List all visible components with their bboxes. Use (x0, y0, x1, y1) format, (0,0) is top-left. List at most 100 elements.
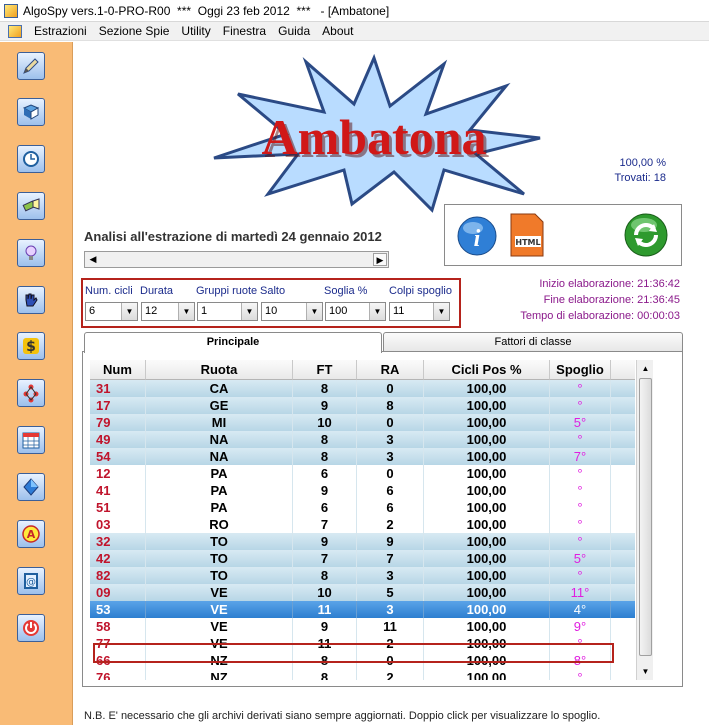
scroll-down-icon[interactable]: ▼ (638, 664, 653, 679)
info-icon[interactable]: i (457, 215, 497, 257)
table-row[interactable]: 76 NZ 8 2 100,00 ° (90, 669, 635, 680)
menu-estrazioni[interactable]: Estrazioni (28, 24, 93, 38)
cell-cicli-pos: 100,00 (424, 584, 550, 601)
vertical-scrollbar[interactable]: ▲ ▼ (636, 360, 653, 680)
table-row[interactable]: 09 VE 10 5 100,00 11° (90, 584, 635, 601)
soglia-select[interactable]: 100 ▼ (325, 302, 386, 321)
salto-select[interactable]: 10 ▼ (261, 302, 323, 321)
hand-icon[interactable] (17, 286, 45, 314)
book-icon[interactable] (17, 98, 45, 126)
logo-text: Ambatona (261, 109, 486, 165)
scroll-up-icon[interactable]: ▲ (638, 361, 653, 376)
table-row[interactable]: 54 NA 8 3 100,00 7° (90, 448, 635, 465)
html-export-icon[interactable]: HTML (507, 212, 547, 258)
cell-ruota: NA (146, 431, 293, 448)
table-row[interactable]: 12 PA 6 0 100,00 ° (90, 465, 635, 482)
table-row[interactable]: 82 TO 8 3 100,00 ° (90, 567, 635, 584)
cell-ft: 7 (293, 516, 357, 533)
header-spoglio[interactable]: Spoglio (550, 360, 611, 380)
cell-ruota: PA (146, 482, 293, 499)
svg-text:HTML: HTML (515, 238, 540, 247)
chevron-down-icon[interactable]: ▼ (241, 303, 257, 320)
durata-select[interactable]: 12 ▼ (141, 302, 195, 321)
num-cicli-select[interactable]: 6 ▼ (85, 302, 138, 321)
table-row[interactable]: 31 CA 8 0 100,00 ° (90, 380, 635, 397)
cell-num: 17 (90, 397, 146, 414)
table-row[interactable]: 49 NA 8 3 100,00 ° (90, 431, 635, 448)
header-ra[interactable]: RA (357, 360, 424, 380)
chevron-down-icon[interactable]: ▼ (306, 303, 322, 320)
power-icon[interactable] (17, 614, 45, 642)
tab-fattori-di-classe[interactable]: Fattori di classe (383, 332, 683, 352)
calendar-icon[interactable] (17, 426, 45, 454)
start-time: Inizio elaborazione: 21:36:42 (539, 278, 680, 290)
gruppi-ruote-select[interactable]: 1 ▼ (197, 302, 258, 321)
refresh-icon[interactable] (623, 211, 669, 259)
percent-value: 100,00 % (619, 157, 666, 169)
table-row[interactable]: 53 VE 11 3 100,00 4° (90, 601, 635, 618)
chevron-down-icon[interactable]: ▼ (369, 303, 385, 320)
cell-ruota: GE (146, 397, 293, 414)
flashlight-icon[interactable] (17, 192, 45, 220)
scroll-left-icon[interactable]: ◀ (86, 253, 100, 266)
parameters-group: Num. cicli Durata Gruppi ruote Salto Sog… (81, 278, 461, 328)
cell-ra: 7 (357, 550, 424, 567)
tab-principale[interactable]: Principale (84, 332, 382, 353)
header-ruota[interactable]: Ruota (146, 360, 293, 380)
pencil-icon[interactable] (17, 52, 45, 80)
colpi-spoglio-select[interactable]: 11 ▼ (389, 302, 450, 321)
table-row[interactable]: 58 VE 9 11 100,00 9° (90, 618, 635, 635)
cell-num: 76 (90, 669, 146, 680)
cell-cicli-pos: 100,00 (424, 465, 550, 482)
diamond-icon[interactable] (17, 473, 45, 501)
cell-num: 09 (90, 584, 146, 601)
cell-num: 54 (90, 448, 146, 465)
header-ft[interactable]: FT (293, 360, 357, 380)
document-icon[interactable] (8, 24, 22, 38)
table-row[interactable]: 51 PA 6 6 100,00 ° (90, 499, 635, 516)
table-row[interactable]: 17 GE 9 8 100,00 ° (90, 397, 635, 414)
menu-finestra[interactable]: Finestra (217, 24, 272, 38)
menu-about[interactable]: About (316, 24, 359, 38)
clock-icon[interactable] (17, 145, 45, 173)
table-row[interactable]: 41 PA 9 6 100,00 ° (90, 482, 635, 499)
header-cicli-pos[interactable]: Cicli Pos % (424, 360, 550, 380)
cell-ruota: TO (146, 550, 293, 567)
cell-num: 32 (90, 533, 146, 550)
a-badge-icon[interactable]: A (17, 520, 45, 548)
network-icon[interactable] (17, 379, 45, 407)
cell-spoglio: 5° (550, 414, 611, 431)
processing-times: Inizio elaborazione: 21:36:42 Fine elabo… (520, 276, 680, 324)
cell-spoglio: ° (550, 567, 611, 584)
table-row[interactable]: 03 RO 7 2 100,00 ° (90, 516, 635, 533)
table-row[interactable]: 79 MI 10 0 100,00 5° (90, 414, 635, 431)
lightbulb-icon[interactable] (17, 239, 45, 267)
dollar-icon[interactable]: $ (17, 332, 45, 360)
menu-sezione-spie[interactable]: Sezione Spie (93, 24, 176, 38)
scroll-right-icon[interactable]: ▶ (373, 253, 387, 266)
chevron-down-icon[interactable]: ▼ (433, 303, 449, 320)
email-icon[interactable]: @ (17, 567, 45, 595)
header-num[interactable]: Num (90, 360, 146, 380)
table-row[interactable]: 42 TO 7 7 100,00 5° (90, 550, 635, 567)
menu-utility[interactable]: Utility (175, 24, 216, 38)
cell-ft: 9 (293, 618, 357, 635)
cell-ft: 6 (293, 465, 357, 482)
cell-ra: 3 (357, 431, 424, 448)
menu-guida[interactable]: Guida (272, 24, 316, 38)
horizontal-scrollbar[interactable]: ◀ ▶ (84, 251, 389, 268)
chevron-down-icon[interactable]: ▼ (121, 303, 137, 320)
table-row[interactable]: 32 TO 9 9 100,00 ° (90, 533, 635, 550)
svg-text:i: i (474, 226, 481, 252)
cell-num: 03 (90, 516, 146, 533)
cell-ruota: VE (146, 618, 293, 635)
num-cicli-value: 6 (89, 305, 96, 317)
cell-ruota: NA (146, 448, 293, 465)
cell-cicli-pos: 100,00 (424, 499, 550, 516)
window-title: AlgoSpy vers.1-0-PRO-R00 *** Oggi 23 feb… (23, 3, 390, 18)
chevron-down-icon[interactable]: ▼ (178, 303, 194, 320)
scrollbar-thumb[interactable] (639, 378, 652, 656)
cell-ruota: RO (146, 516, 293, 533)
cell-spoglio: 9° (550, 618, 611, 635)
menu-bar: Estrazioni Sezione Spie Utility Finestra… (0, 22, 709, 41)
